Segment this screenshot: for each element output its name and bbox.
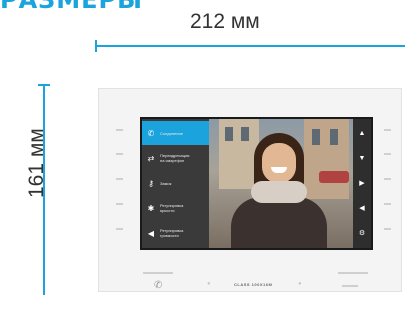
side-touch-dot bbox=[384, 129, 391, 131]
section-heading: РАЗМЕРЫ bbox=[0, 0, 143, 14]
phone-icon: ✆ bbox=[147, 128, 155, 138]
background-window bbox=[241, 127, 249, 141]
menu-item-volume: ◀ Регулировка громкости bbox=[142, 221, 209, 245]
background-car bbox=[319, 171, 349, 183]
background-window bbox=[330, 129, 338, 145]
bottom-key-line bbox=[338, 272, 368, 274]
transfer-icon: ⇄ bbox=[147, 153, 155, 163]
side-touch-dot bbox=[116, 129, 123, 131]
device-brand-label: CLASS 100X16M bbox=[234, 282, 273, 287]
bottom-key-line bbox=[342, 285, 358, 287]
side-touch-dot bbox=[384, 228, 391, 230]
brightness-icon: ✱ bbox=[147, 203, 155, 213]
menu-item-label: Регулировка громкости bbox=[160, 228, 184, 238]
side-touch-dot bbox=[116, 228, 123, 230]
product-dimensions-figure: РАЗМЕРЫ 212 мм 161 мм ✆ Соединение ⇄ Пер… bbox=[0, 0, 409, 315]
device-screen: ✆ Соединение ⇄ Переадресация на смартфон… bbox=[140, 117, 373, 250]
visitor-scarf bbox=[251, 181, 307, 203]
side-touch-dot bbox=[116, 203, 123, 205]
arrow-left-icon: ◀ bbox=[359, 205, 365, 212]
menu-item-lock: ⚷ Замок bbox=[142, 171, 209, 195]
height-dimension-line bbox=[43, 84, 45, 295]
bottom-key-dot: ● bbox=[207, 281, 211, 287]
height-dimension-label: 161 мм bbox=[25, 128, 48, 198]
menu-item-transfer: ⇄ Переадресация на смартфон bbox=[142, 146, 209, 170]
menu-item-call: ✆ Соединение bbox=[142, 121, 209, 145]
menu-item-label: Переадресация на смартфон bbox=[160, 153, 190, 163]
side-touch-dot bbox=[384, 153, 391, 155]
screen-menu: ✆ Соединение ⇄ Переадресация на смартфон… bbox=[142, 119, 209, 248]
menu-item-label: Регулировка яркости bbox=[160, 203, 184, 213]
camera-video-feed bbox=[209, 119, 353, 248]
menu-item-label: Замок bbox=[160, 180, 172, 186]
side-touch-dot bbox=[384, 178, 391, 180]
bottom-key-dot: ● bbox=[298, 281, 302, 287]
volume-icon: ◀ bbox=[147, 228, 155, 238]
bottom-key-line bbox=[143, 272, 173, 274]
key-icon: ⚷ bbox=[148, 178, 154, 188]
settings-icon: ⚙ bbox=[358, 230, 366, 237]
side-touch-dot bbox=[116, 178, 123, 180]
handset-icon: ✆ bbox=[154, 280, 163, 291]
arrow-down-icon: ▼ bbox=[358, 154, 366, 162]
screen-control-panel: ▲ ▼ ▶ ◀ ⚙ bbox=[353, 119, 371, 248]
menu-item-label: Соединение bbox=[160, 130, 183, 136]
width-dimension-line bbox=[95, 45, 405, 47]
arrow-right-icon: ▶ bbox=[359, 180, 365, 187]
side-touch-dot bbox=[116, 153, 123, 155]
background-window bbox=[225, 127, 233, 141]
side-touch-dot bbox=[384, 203, 391, 205]
width-dimension-label: 212 мм bbox=[190, 10, 260, 33]
visitor-coat bbox=[231, 197, 327, 248]
menu-item-brightness: ✱ Регулировка яркости bbox=[142, 196, 209, 220]
background-window bbox=[312, 129, 320, 145]
background-building bbox=[304, 119, 349, 199]
visitor-face bbox=[262, 143, 296, 183]
arrow-up-icon: ▲ bbox=[358, 129, 366, 137]
